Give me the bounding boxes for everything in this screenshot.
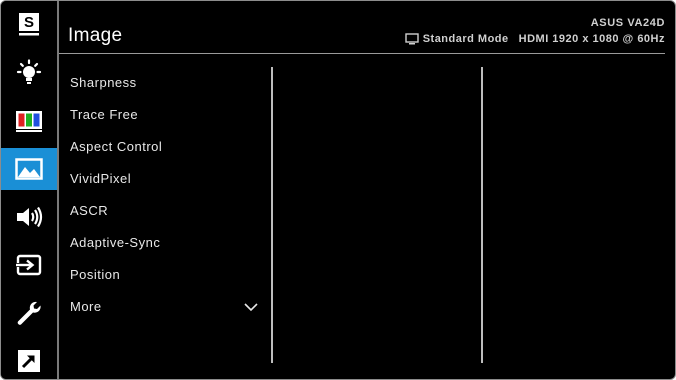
menu-item-label: Sharpness <box>70 75 137 90</box>
menu-item-trace-free[interactable]: Trace Free <box>70 99 270 131</box>
menu-item-label: Aspect Control <box>70 139 163 154</box>
page-title: Image <box>68 25 123 46</box>
menu-item-aspect-control[interactable]: Aspect Control <box>70 131 270 163</box>
sidebar-item-splendid[interactable]: S <box>1 3 57 45</box>
menu-item-vividpixel[interactable]: VividPixel <box>70 163 270 195</box>
input-select-icon <box>15 254 42 276</box>
menu-item-label: Adaptive-Sync <box>70 235 161 250</box>
splendid-s-icon: S <box>19 13 39 36</box>
menu-item-sharpness[interactable]: Sharpness <box>70 67 270 99</box>
column-divider <box>271 67 273 363</box>
sidebar-item-brightness[interactable] <box>1 52 57 94</box>
svg-text:S: S <box>24 14 34 31</box>
chevron-down-icon <box>244 291 258 335</box>
sidebar-item-sound[interactable] <box>1 196 57 238</box>
osd-panel: S Image ASUS VA24D Standard Mode HDMI 19… <box>0 0 676 380</box>
menu-item-label: More <box>70 299 102 314</box>
brightness-icon <box>16 59 42 84</box>
column-divider <box>481 67 483 363</box>
menu-list: Sharpness Trace Free Aspect Control Vivi… <box>70 67 270 323</box>
menu-item-adaptive-sync[interactable]: Adaptive-Sync <box>70 227 270 259</box>
sidebar-item-input[interactable] <box>1 244 57 286</box>
menu-item-label: VividPixel <box>70 171 132 186</box>
color-bars-icon <box>16 111 42 132</box>
status-bar: Standard Mode HDMI 1920 x 1080 @ 60Hz <box>404 33 665 45</box>
menu-item-label: Position <box>70 267 121 282</box>
header-divider <box>59 53 665 54</box>
menu-item-ascr[interactable]: ASCR <box>70 195 270 227</box>
monitor-icon <box>404 33 419 45</box>
wrench-icon <box>17 301 41 325</box>
sound-icon <box>17 206 43 228</box>
menu-item-label: ASCR <box>70 203 109 218</box>
mode-label: Standard Mode <box>422 33 509 45</box>
image-icon <box>15 158 43 180</box>
mode-indicator: Standard Mode <box>404 33 509 45</box>
menu-item-label: Trace Free <box>70 107 139 122</box>
shortcut-icon <box>18 350 40 372</box>
sidebar: S <box>1 1 59 379</box>
sidebar-item-system[interactable] <box>1 292 57 334</box>
sidebar-item-color[interactable] <box>1 100 57 142</box>
signal-info: HDMI 1920 x 1080 @ 60Hz <box>518 33 665 45</box>
sidebar-item-image[interactable] <box>1 148 57 190</box>
monitor-model: ASUS VA24D <box>590 17 665 29</box>
menu-item-more[interactable]: More <box>70 291 270 323</box>
sidebar-item-shortcut[interactable] <box>1 340 57 379</box>
menu-item-position[interactable]: Position <box>70 259 270 291</box>
